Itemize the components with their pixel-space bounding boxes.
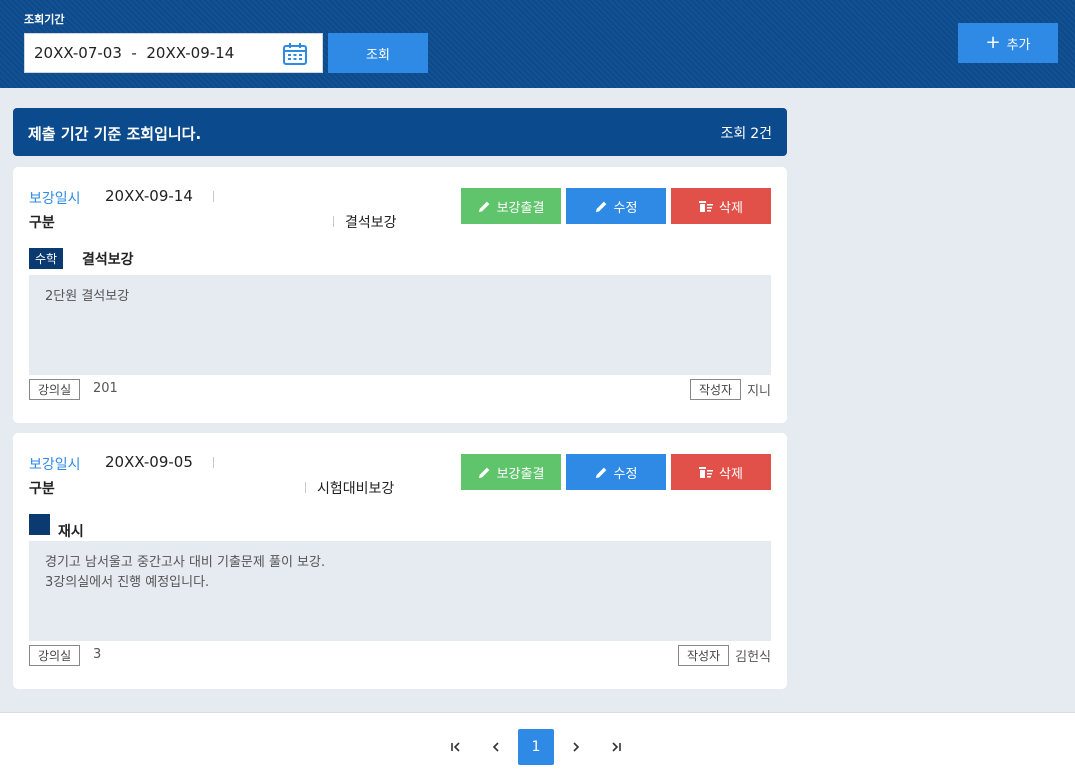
makeup-card: 보강일시 20XX-09-05 구분 시험대비보강 보강출결 수정 삭제 재시 … xyxy=(13,433,787,689)
edit-button[interactable]: 수정 xyxy=(566,454,666,490)
date-range-input[interactable]: 20XX-07-03 - 20XX-09-14 xyxy=(24,33,323,73)
kind-value: 결석보강 xyxy=(345,215,397,231)
author-tag: 작성자 xyxy=(677,645,730,666)
edit-label: 수정 xyxy=(613,200,638,216)
result-count: 조회 2건 xyxy=(720,123,772,143)
delete-button[interactable]: 삭제 xyxy=(671,454,771,490)
plus-icon: + xyxy=(985,32,1001,53)
content-line: 경기고 남서울고 중간고사 대비 기출문제 풀이 보강. xyxy=(45,555,326,570)
kind-label: 구분 xyxy=(29,481,55,497)
pencil-icon xyxy=(478,467,489,478)
divider xyxy=(305,482,306,493)
card-actions: 보강출결 수정 삭제 xyxy=(461,188,771,224)
date-label: 보강일시 xyxy=(29,191,81,207)
edit-button[interactable]: 수정 xyxy=(566,188,666,224)
pencil-icon xyxy=(595,201,606,212)
room-value: 3 xyxy=(93,647,102,662)
content-box: 2단원 결석보강 xyxy=(29,275,771,375)
pagination-footer: 1 xyxy=(0,712,1075,773)
add-button-label: 추가 xyxy=(1006,37,1031,53)
trash-icon xyxy=(699,467,714,478)
date-value: 20XX-09-05 xyxy=(105,453,193,471)
divider xyxy=(333,216,334,227)
subject-tag xyxy=(29,514,50,535)
edit-label: 수정 xyxy=(613,466,638,482)
card-title: 재시 xyxy=(58,524,84,540)
trash-icon xyxy=(699,201,714,212)
first-page-icon[interactable] xyxy=(438,729,474,765)
next-page-icon[interactable] xyxy=(558,729,594,765)
period-label: 조회기간 xyxy=(24,13,65,26)
author-name: 김헌식 xyxy=(735,650,771,665)
result-count-label: 조회 xyxy=(720,126,747,142)
room-tag: 강의실 xyxy=(29,379,81,400)
attendance-button[interactable]: 보강출결 xyxy=(461,454,561,490)
delete-button[interactable]: 삭제 xyxy=(671,188,771,224)
attendance-label: 보강출결 xyxy=(496,466,545,482)
attendance-button[interactable]: 보강출결 xyxy=(461,188,561,224)
pagination: 1 xyxy=(438,729,634,765)
card-actions: 보강출결 수정 삭제 xyxy=(461,454,771,490)
search-button[interactable]: 조회 xyxy=(328,33,428,73)
calendar-icon[interactable] xyxy=(282,42,308,70)
kind-value: 시험대비보강 xyxy=(317,481,395,497)
pencil-icon xyxy=(595,467,606,478)
divider xyxy=(213,457,214,468)
page-number[interactable]: 1 xyxy=(518,729,554,765)
kind-label: 구분 xyxy=(29,215,55,231)
author-tag: 작성자 xyxy=(689,379,742,400)
author: 작성자 지니 xyxy=(689,379,771,400)
search-header: 조회기간 20XX-07-03 - 20XX-09-14 조회 + 추가 xyxy=(0,0,1075,88)
makeup-card: 보강일시 20XX-09-14 구분 결석보강 보강출결 수정 삭제 수학 결석… xyxy=(13,167,787,423)
room-value: 201 xyxy=(93,381,118,396)
date-label: 보강일시 xyxy=(29,457,81,473)
delete-label: 삭제 xyxy=(719,466,743,482)
divider xyxy=(213,191,214,202)
content-line: 3강의실에서 진행 예정입니다. xyxy=(45,575,210,590)
delete-label: 삭제 xyxy=(719,200,743,216)
author-name: 지니 xyxy=(747,384,771,399)
date-range-value: 20XX-07-03 - 20XX-09-14 xyxy=(34,44,235,62)
content-line: 2단원 결석보강 xyxy=(45,289,130,304)
room-tag: 강의실 xyxy=(29,645,81,666)
author: 작성자 김헌식 xyxy=(677,645,771,666)
prev-page-icon[interactable] xyxy=(478,729,514,765)
content-box: 경기고 남서울고 중간고사 대비 기출문제 풀이 보강. 3강의실에서 진행 예… xyxy=(29,541,771,641)
attendance-label: 보강출결 xyxy=(496,200,545,216)
date-value: 20XX-09-14 xyxy=(105,187,193,205)
pencil-icon xyxy=(478,201,489,212)
add-button[interactable]: + 추가 xyxy=(958,23,1058,63)
result-message: 제출 기간 기준 조회입니다. xyxy=(28,125,202,143)
result-info-bar: 제출 기간 기준 조회입니다. 조회 2건 xyxy=(13,108,787,156)
card-title: 결석보강 xyxy=(82,252,134,268)
subject-tag: 수학 xyxy=(29,248,64,269)
result-count-value: 2건 xyxy=(750,126,772,142)
last-page-icon[interactable] xyxy=(598,729,634,765)
